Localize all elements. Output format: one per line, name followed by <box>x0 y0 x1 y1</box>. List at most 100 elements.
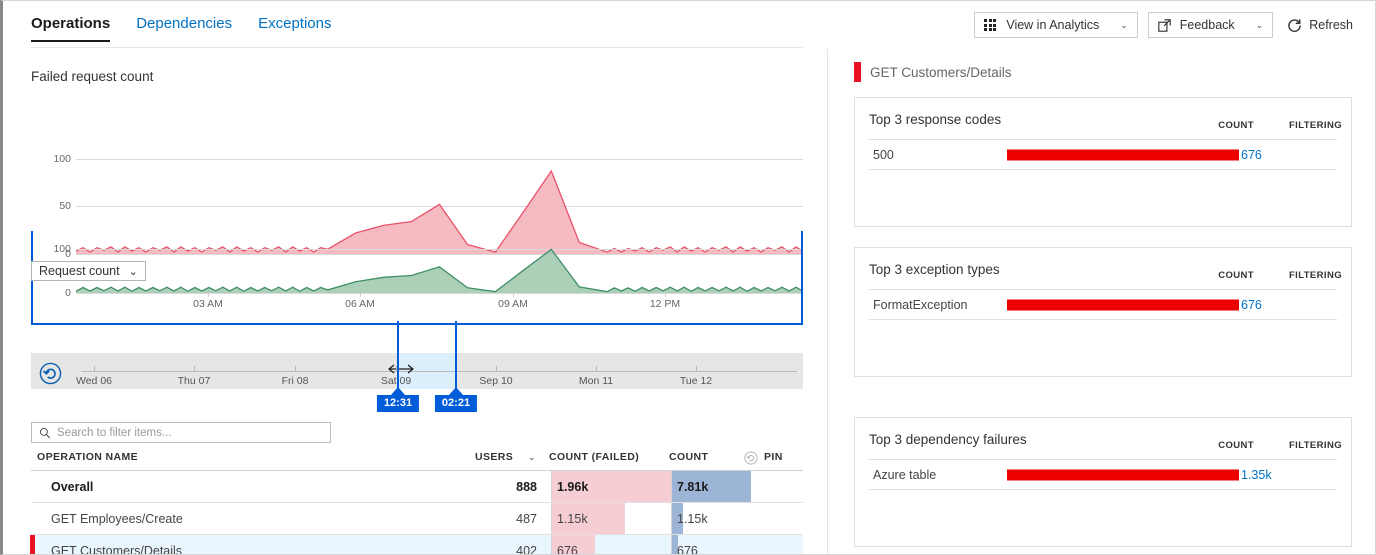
search-input[interactable] <box>57 424 330 441</box>
tab-operations[interactable]: Operations <box>31 15 110 42</box>
drag-handle-icon[interactable] <box>388 363 414 375</box>
scrubber-tick-label: Mon 11 <box>579 375 613 387</box>
reset-time-range-icon[interactable] <box>39 362 62 385</box>
scrubber-handle-line-right[interactable] <box>455 321 457 389</box>
card-title: Top 3 response codes <box>869 112 1001 127</box>
sort-chevron-down-icon[interactable]: ⌄ <box>528 452 536 463</box>
card-row-count[interactable]: 676 <box>1241 298 1262 312</box>
cell-count-failed: 676 <box>551 535 578 555</box>
scrubber-tick-label: Wed 06 <box>76 375 112 387</box>
top-response-codes-card: Top 3 response codes COUNT FILTERING 500… <box>854 97 1352 227</box>
card-row-count[interactable]: 1.35k <box>1241 468 1272 482</box>
failed-request-count-chart: 100 50 0 <box>31 99 803 204</box>
tab-list: Operations Dependencies Exceptions <box>31 15 331 42</box>
cell-users: 487 <box>489 503 537 534</box>
tab-exceptions[interactable]: Exceptions <box>258 15 331 42</box>
card-column-count: COUNT <box>1218 120 1254 131</box>
scrubber-handle-line-left[interactable] <box>397 321 399 389</box>
refresh-icon <box>1287 18 1302 33</box>
chevron-down-icon[interactable]: ⌄ <box>1256 20 1264 31</box>
y-tick-100: 100 <box>31 153 71 165</box>
search-icon <box>39 427 51 439</box>
request-count-chart: 100 0 <box>31 231 803 293</box>
card-row-label: FormatException <box>873 298 967 312</box>
chart-selection-bottom-edge <box>31 323 803 325</box>
cell-count: 1.15k <box>671 503 708 534</box>
cell-count-failed: 1.15k <box>551 503 588 534</box>
tab-bar: Operations Dependencies Exceptions View … <box>3 1 1375 49</box>
selected-operation-name: GET Customers/Details <box>870 65 1012 80</box>
view-in-analytics-label: View in Analytics <box>1006 18 1099 32</box>
refresh-button[interactable]: Refresh <box>1283 12 1357 38</box>
column-header-count-failed[interactable]: COUNT (FAILED) <box>549 451 639 463</box>
scrubber-tick-label: Thu 07 <box>178 375 211 387</box>
scrubber-handle-left[interactable] <box>391 387 405 395</box>
card-row-bar <box>1007 149 1239 160</box>
failures-blade: Operations Dependencies Exceptions View … <box>0 0 1376 555</box>
feedback-button[interactable]: Feedback ⌄ <box>1148 12 1273 38</box>
cell-count-failed: 1.96k <box>551 471 588 502</box>
scrubber-tick-mark <box>496 366 497 371</box>
table-row[interactable]: Overall8881.96k7.81k <box>31 471 803 503</box>
chart-selection-right-edge <box>801 231 803 325</box>
scrubber-handle-right[interactable] <box>449 387 463 395</box>
card-row[interactable]: Azure table 1.35k <box>869 460 1337 490</box>
scrubber-tick-label: Tue 12 <box>680 375 712 387</box>
card-row-bar <box>1007 299 1239 310</box>
cell-operation-name: GET Customers/Details <box>51 535 182 555</box>
card-column-count: COUNT <box>1218 270 1254 281</box>
view-in-analytics-button[interactable]: View in Analytics ⌄ <box>974 12 1137 38</box>
scrubber-time-badge-left: 12:31 <box>377 395 419 412</box>
column-header-operation-name[interactable]: OPERATION NAME <box>37 451 138 463</box>
scrubber-tick-mark <box>194 366 195 371</box>
time-range-scrubber[interactable]: Wed 06Thu 07Fri 08Sat 09Sep 10Mon 11Tue … <box>31 353 803 389</box>
x-tick-mark <box>665 293 666 297</box>
x-tick-mark <box>208 293 209 297</box>
chevron-down-icon[interactable]: ⌄ <box>1120 20 1128 31</box>
right-panel: GET Customers/Details Top 3 response cod… <box>827 49 1376 555</box>
operation-color-swatch <box>854 62 861 82</box>
cell-operation-name: Overall <box>51 471 93 502</box>
column-header-count[interactable]: COUNT <box>669 451 708 463</box>
card-column-count: COUNT <box>1218 440 1254 451</box>
page-title: Failed request count <box>31 69 153 84</box>
column-header-users[interactable]: USERS <box>475 451 513 463</box>
request-count-area-series <box>76 231 803 297</box>
card-row-label: Azure table <box>873 468 936 482</box>
metric-selector-dropdown[interactable]: Request count ⌄ <box>31 261 146 281</box>
x-tick-label: 12 PM <box>650 298 680 310</box>
card-column-filtering: FILTERING <box>1289 440 1342 451</box>
cell-count: 676 <box>671 535 698 555</box>
row-selected-marker <box>30 535 35 555</box>
scrubber-time-badge-right: 02:21 <box>435 395 477 412</box>
toolbar: View in Analytics ⌄ Feedback ⌄ Refresh <box>974 12 1357 38</box>
x-tick-mark <box>360 293 361 297</box>
metric-selector-value: Request count <box>39 264 120 278</box>
x-tick-mark <box>513 293 514 297</box>
scrubber-axis-line <box>81 371 797 372</box>
search-filter-box[interactable] <box>31 422 331 443</box>
operations-table: OPERATION NAME USERS ⌄ COUNT (FAILED) CO… <box>31 449 803 555</box>
card-row-count[interactable]: 676 <box>1241 148 1262 162</box>
cell-users: 402 <box>489 535 537 555</box>
cell-users: 888 <box>489 471 537 502</box>
scrubber-tick-mark <box>696 366 697 371</box>
tab-dependencies[interactable]: Dependencies <box>136 15 232 42</box>
cell-operation-name: GET Employees/Create <box>51 503 183 534</box>
external-link-icon <box>1158 19 1171 32</box>
chart-x-axis: 03 AM06 AM09 AM12 PM <box>31 293 803 315</box>
tab-bar-divider <box>31 47 803 48</box>
card-row-label: 500 <box>873 148 894 162</box>
table-row[interactable]: GET Customers/Details 402 676 676 <box>31 535 803 555</box>
chevron-down-icon: ⌄ <box>129 265 138 278</box>
x-tick-label: 03 AM <box>193 298 223 310</box>
card-row-bar <box>1007 469 1239 480</box>
scrubber-tick-mark <box>596 366 597 371</box>
column-header-pin[interactable]: PIN <box>764 451 783 463</box>
card-row[interactable]: 500 676 <box>869 140 1337 170</box>
card-column-filtering: FILTERING <box>1289 120 1342 131</box>
left-panel: Failed request count 100 50 0 Request co… <box>3 49 827 555</box>
pin-reset-icon[interactable] <box>744 451 758 465</box>
table-row[interactable]: GET Employees/Create 487 1.15k 1.15k <box>31 503 803 535</box>
card-row[interactable]: FormatException 676 <box>869 290 1337 320</box>
